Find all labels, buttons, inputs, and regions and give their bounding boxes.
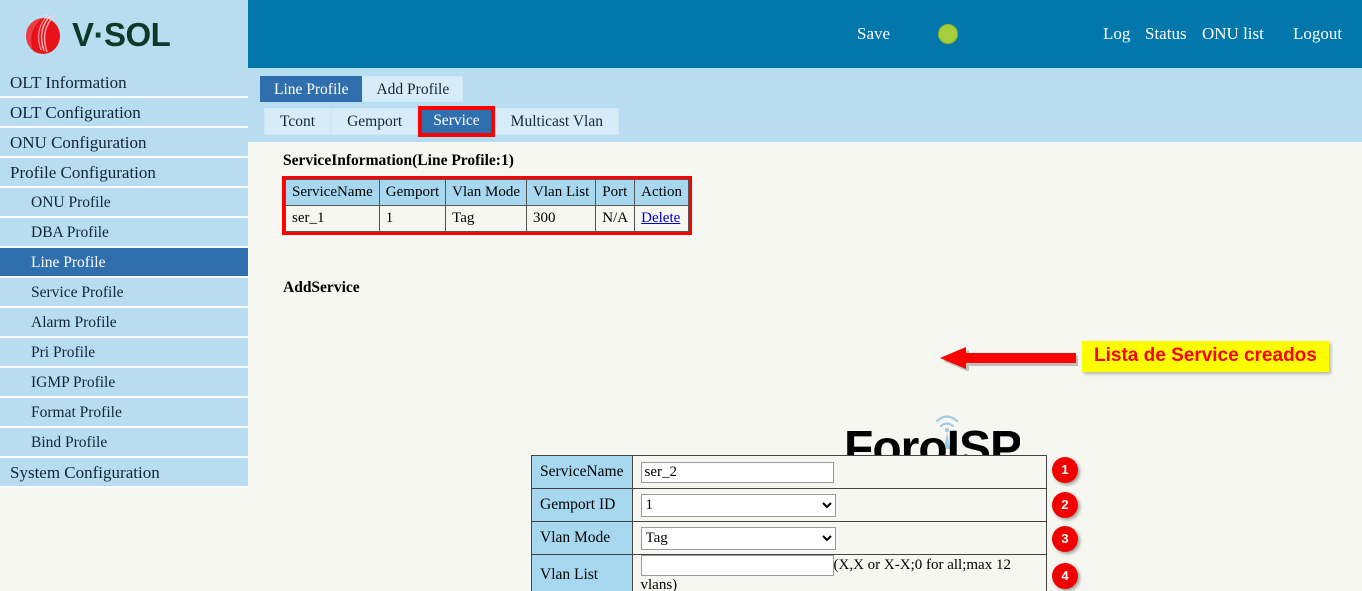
sidebar: OLT InformationOLT ConfigurationONU Conf… <box>0 68 248 488</box>
top-bar: Save Log Status ONU list Logout <box>248 0 1362 68</box>
sidebar-item-profile-configuration[interactable]: Profile Configuration <box>0 158 248 188</box>
vsol-flame-logo-icon <box>22 12 64 56</box>
service-information-title: ServiceInformation(Line Profile:1) <box>283 152 514 170</box>
content-area: ServiceInformation(Line Profile:1) Servi… <box>248 142 1362 591</box>
onu-list-link[interactable]: ONU list <box>1202 24 1264 44</box>
step-badge-1: 1 <box>1052 457 1078 483</box>
column-header: Gemport <box>379 180 445 206</box>
logout-link[interactable]: Logout <box>1293 24 1342 44</box>
column-header: Vlan List <box>527 180 596 206</box>
sidebar-item-line-profile[interactable]: Line Profile <box>0 248 248 278</box>
step-badge-2: 2 <box>1052 492 1078 518</box>
tab-service[interactable]: Service <box>418 106 494 137</box>
label-service-name: ServiceName <box>532 456 633 489</box>
sidebar-item-bind-profile[interactable]: Bind Profile <box>0 428 248 458</box>
secondary-tabs: TcontGemportServiceMulticast Vlan <box>264 108 619 137</box>
field-vlan-mode: TagTransparentTranslationQinQ <box>632 522 1047 555</box>
cell-gemport: 1 <box>379 206 445 232</box>
tab-multicast-vlan[interactable]: Multicast Vlan <box>495 108 619 135</box>
tab-line-profile[interactable]: Line Profile <box>260 76 362 102</box>
cell-service-name: ser_1 <box>286 206 380 232</box>
log-link[interactable]: Log <box>1103 24 1130 44</box>
page-root: V·SOL OLT InformationOLT ConfigurationON… <box>0 0 1362 591</box>
field-vlan-list: (X,X or X-X;0 for all;max 12 vlans) <box>632 555 1047 591</box>
cell-action: Delete <box>635 206 689 232</box>
brand-name: V·SOL <box>72 18 170 51</box>
cell-vlan-list: 300 <box>527 206 596 232</box>
left-column: V·SOL OLT InformationOLT ConfigurationON… <box>0 0 248 591</box>
column-header: Vlan Mode <box>446 180 527 206</box>
service-table-highlight: ServiceNameGemportVlan ModeVlan ListPort… <box>282 176 692 235</box>
primary-tabs: Line ProfileAdd Profile <box>260 76 463 102</box>
sidebar-item-pri-profile[interactable]: Pri Profile <box>0 338 248 368</box>
sidebar-item-igmp-profile[interactable]: IGMP Profile <box>0 368 248 398</box>
status-dot-icon <box>938 24 958 44</box>
form-row-vlan-mode: Vlan Mode TagTransparentTranslationQinQ <box>532 522 1047 555</box>
save-button[interactable]: Save <box>857 24 890 44</box>
left-arrow-icon <box>938 345 1078 371</box>
table-body: ser_11Tag300N/A Delete <box>286 206 689 232</box>
form-row-vlan-list: Vlan List (X,X or X-X;0 for all;max 12 v… <box>532 555 1047 591</box>
tab-band: Line ProfileAdd Profile TcontGemportServ… <box>248 68 1362 142</box>
add-service-title: AddService <box>283 279 360 297</box>
callout-label: Lista de Service creados <box>1082 341 1329 372</box>
sidebar-item-service-profile[interactable]: Service Profile <box>0 278 248 308</box>
sidebar-item-system-configuration[interactable]: System Configuration <box>0 458 248 488</box>
sidebar-item-alarm-profile[interactable]: Alarm Profile <box>0 308 248 338</box>
sidebar-item-olt-information[interactable]: OLT Information <box>0 68 248 98</box>
column-header: Action <box>635 180 689 206</box>
vlan-list-input[interactable] <box>641 555 834 576</box>
step-badge-4: 4 <box>1052 563 1078 589</box>
cell-port: N/A <box>596 206 635 232</box>
tab-gemport[interactable]: Gemport <box>331 108 418 135</box>
column-header: Port <box>596 180 635 206</box>
field-service-name <box>632 456 1047 489</box>
form-row-service-name: ServiceName <box>532 456 1047 489</box>
label-vlan-mode: Vlan Mode <box>532 522 633 555</box>
vlan-mode-select[interactable]: TagTransparentTranslationQinQ <box>641 527 836 550</box>
cell-vlan-mode: Tag <box>446 206 527 232</box>
tab-tcont[interactable]: Tcont <box>264 108 331 135</box>
step-badge-3: 3 <box>1052 526 1078 552</box>
sidebar-item-dba-profile[interactable]: DBA Profile <box>0 218 248 248</box>
gemport-id-select[interactable]: 12345678 <box>641 494 836 517</box>
add-service-form: ServiceName Gemport ID 12345678 Vlan Mod… <box>531 455 1047 591</box>
label-gemport-id: Gemport ID <box>532 489 633 522</box>
tab-add-profile[interactable]: Add Profile <box>362 76 463 102</box>
delete-link[interactable]: Delete <box>641 210 680 226</box>
brand-logo-box: V·SOL <box>0 0 248 68</box>
column-header: ServiceName <box>286 180 380 206</box>
sidebar-item-onu-profile[interactable]: ONU Profile <box>0 188 248 218</box>
add-service-table: ServiceName Gemport ID 12345678 Vlan Mod… <box>531 455 1047 591</box>
status-link[interactable]: Status <box>1145 24 1187 44</box>
form-row-gemport-id: Gemport ID 12345678 <box>532 489 1047 522</box>
table-row: ser_11Tag300N/A Delete <box>286 206 689 232</box>
service-name-input[interactable] <box>641 462 834 483</box>
sidebar-item-onu-configuration[interactable]: ONU Configuration <box>0 128 248 158</box>
field-gemport-id: 12345678 <box>632 489 1047 522</box>
label-vlan-list: Vlan List <box>532 555 633 591</box>
sidebar-item-olt-configuration[interactable]: OLT Configuration <box>0 98 248 128</box>
sidebar-item-format-profile[interactable]: Format Profile <box>0 398 248 428</box>
service-information-table: ServiceNameGemportVlan ModeVlan ListPort… <box>285 179 689 232</box>
table-header-row: ServiceNameGemportVlan ModeVlan ListPort… <box>286 180 689 206</box>
